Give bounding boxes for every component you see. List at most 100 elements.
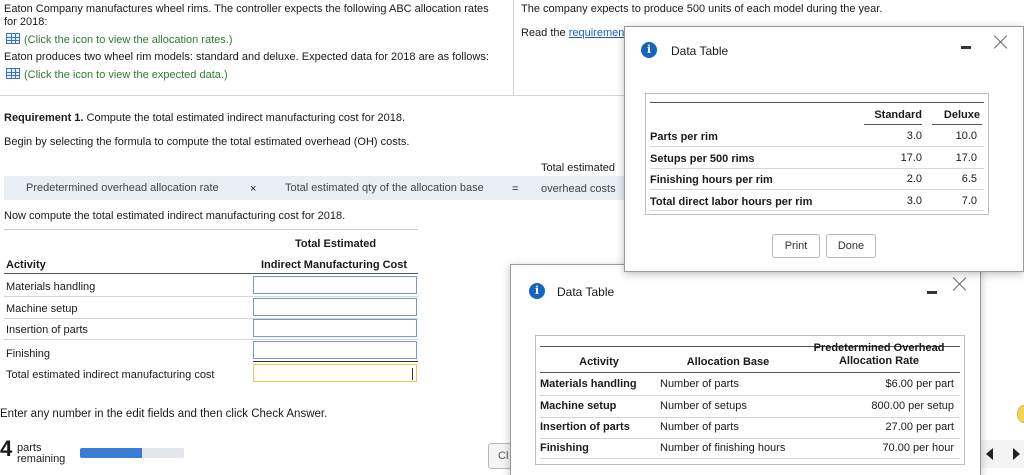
header-rule	[932, 124, 982, 125]
parts-label-line2: remaining	[17, 453, 66, 465]
rate-column-header: Predetermined Overhead Allocation Rate	[798, 342, 960, 368]
rates-link[interactable]: (Click the icon to view the allocation r…	[6, 33, 232, 46]
rate-row-base: Number of parts	[660, 421, 739, 433]
result-label-bottom[interactable]: overhead costs	[541, 183, 616, 195]
table-top-rule	[650, 102, 984, 103]
row-rule	[650, 210, 984, 211]
info-icon: i	[641, 42, 657, 58]
formula-mid-term[interactable]: Total estimated qty of the allocation ba…	[285, 182, 484, 194]
rate-row-value: 800.00 per setup	[871, 400, 954, 412]
info-icon: i	[529, 283, 545, 299]
formula-prompt: Begin by selecting the formula to comput…	[4, 136, 410, 148]
expected-row-standard: 3.0	[906, 195, 922, 207]
expected-row-deluxe: 10.0	[955, 130, 977, 142]
expected-row-deluxe: 6.5	[961, 173, 977, 185]
requirement-heading: Requirement 1. Compute the total estimat…	[4, 112, 405, 124]
print-button[interactable]: Print	[772, 234, 820, 258]
row-rule	[540, 438, 960, 439]
prev-arrow-icon[interactable]	[986, 448, 993, 460]
expected-data-dialog: i Data Table Standard Deluxe Parts per r…	[624, 26, 1024, 272]
dialog-title: Data Table	[557, 285, 615, 299]
products-text: Eaton produces two wheel rim models: sta…	[4, 51, 489, 63]
column-divider	[513, 0, 514, 95]
row-finishing: Finishing	[6, 348, 51, 360]
done-button[interactable]: Done	[826, 234, 876, 258]
expected-row-label: Setups per 500 rims	[650, 153, 755, 165]
expected-row-deluxe: 17.0	[955, 152, 977, 164]
rate-row-value: 70.00 per hour	[882, 442, 954, 454]
row-rule	[540, 395, 960, 396]
read-prefix: Read the	[521, 27, 569, 39]
minimize-icon[interactable]	[961, 46, 971, 49]
expected-row-label: Finishing hours per rim	[650, 174, 773, 186]
result-label-top: Total estimated	[541, 162, 615, 174]
help-icon[interactable]	[1017, 405, 1024, 423]
minimize-icon[interactable]	[927, 291, 937, 294]
intro-text-line2: for 2018:	[4, 16, 48, 28]
equals-operator: =	[512, 183, 519, 195]
text-caret	[412, 368, 413, 380]
rate-row-activity: Insertion of parts	[540, 421, 630, 433]
parts-count: 4	[0, 436, 13, 461]
rate-row-base: Number of finishing hours	[660, 442, 786, 454]
expected-row-label: Total direct labor hours per rim	[650, 196, 813, 208]
base-column-header: Allocation Base	[686, 356, 770, 368]
deluxe-column-header: Deluxe	[943, 109, 980, 121]
next-arrow-icon[interactable]	[1013, 448, 1020, 460]
row-rule	[4, 339, 418, 340]
rates-table: Activity Allocation Base Predetermined O…	[535, 335, 965, 465]
times-operator: ×	[250, 183, 257, 195]
subtotal-rule	[253, 361, 418, 362]
activity-column-header: Activity	[6, 259, 46, 271]
finishing-input[interactable]	[253, 341, 417, 359]
header-rule	[864, 124, 922, 125]
expected-row-standard: 2.0	[906, 173, 922, 185]
cost-header-top: Total Estimated	[295, 238, 377, 250]
table-icon[interactable]	[6, 33, 20, 44]
units-text: The company expects to produce 500 units…	[521, 3, 883, 15]
header-rule	[540, 372, 960, 373]
rate-row-value: $6.00 per part	[885, 378, 955, 390]
expected-data-table: Standard Deluxe Parts per rim 3.0 10.0 S…	[645, 93, 989, 215]
rate-row-activity: Finishing	[540, 442, 589, 454]
expected-data-link[interactable]: (Click the icon to view the expected dat…	[6, 68, 228, 81]
cost-column-header: Indirect Manufacturing Cost	[261, 259, 408, 271]
progress-fill	[80, 448, 143, 458]
total-cost-label: Total estimated indirect manufacturing c…	[6, 369, 215, 381]
rates-link-label: (Click the icon to view the allocation r…	[24, 34, 233, 46]
header-divider	[0, 95, 630, 96]
total-cost-input[interactable]	[253, 364, 417, 382]
expected-row-deluxe: 7.0	[961, 195, 977, 207]
expected-link-label: (Click the icon to view the expected dat…	[24, 69, 228, 81]
row-rule	[540, 417, 960, 418]
table-top-rule	[4, 229, 418, 230]
expected-row-standard: 17.0	[900, 152, 922, 164]
requirements-link[interactable]: requiremen	[569, 27, 625, 39]
requirement-text: Compute the total estimated indirect man…	[83, 112, 406, 124]
dialog-title: Data Table	[671, 44, 729, 58]
row-rule	[4, 296, 418, 297]
read-requirements: Read the requiremen	[521, 27, 624, 39]
rate-row-activity: Materials handling	[540, 378, 637, 390]
rates-data-dialog: i Data Table Activity Allocation Base Pr…	[510, 264, 981, 475]
requirement-label: Requirement 1.	[4, 112, 84, 124]
rate-header-line2: Allocation Rate	[838, 355, 920, 367]
row-rule	[650, 189, 984, 190]
table-icon[interactable]	[6, 68, 20, 79]
insertion-of-parts-input[interactable]	[253, 319, 417, 337]
formula-left-term[interactable]: Predetermined overhead allocation rate	[26, 182, 219, 194]
close-icon[interactable]	[994, 35, 1008, 49]
row-insertion-of-parts: Insertion of parts	[6, 324, 88, 336]
row-rule	[650, 168, 984, 169]
row-rule	[540, 458, 960, 459]
intro-text-line1: Eaton Company manufactures wheel rims. T…	[4, 3, 489, 15]
close-icon[interactable]	[953, 277, 967, 291]
materials-handling-input[interactable]	[253, 276, 417, 294]
row-machine-setup: Machine setup	[6, 303, 78, 315]
machine-setup-input[interactable]	[253, 298, 417, 316]
progress-bar	[80, 448, 184, 458]
expected-row-standard: 3.0	[906, 130, 922, 142]
rate-row-activity: Machine setup	[540, 400, 617, 412]
standard-column-header: Standard	[874, 109, 922, 121]
rate-header-line1: Predetermined Overhead	[813, 342, 945, 354]
